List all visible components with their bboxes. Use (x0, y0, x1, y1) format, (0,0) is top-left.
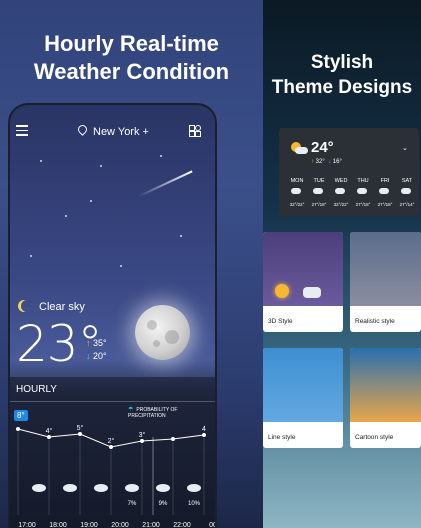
theme-card-realistic[interactable]: Realistic style (350, 232, 421, 332)
high-temp: 35° (93, 338, 107, 348)
phone-top-bar: New York + (10, 123, 215, 141)
hourly-precip-label: 10% (188, 501, 201, 507)
star (160, 155, 162, 157)
hourly-point (47, 435, 51, 439)
location-name: New York (93, 126, 140, 138)
theme-headline-line2: Theme Designs (271, 77, 413, 98)
shooting-star (137, 170, 193, 198)
star (40, 160, 42, 162)
hourly-time-label: 18:00 (49, 522, 67, 528)
hourly-point (171, 437, 175, 441)
add-location-icon[interactable]: + (143, 126, 149, 138)
promo-headline-line2: Weather Condition (33, 59, 230, 84)
star (120, 265, 122, 267)
hourly-point (16, 427, 20, 431)
cloud-icon (156, 484, 170, 492)
preview-day-range: 32°/22° (289, 202, 305, 207)
rain-cloud-icon (32, 484, 46, 492)
arrow-up-icon: ↑ (86, 338, 91, 348)
night-cloud-icon (187, 484, 201, 492)
night-rain-icon (125, 484, 139, 492)
rain-cloud-icon (313, 188, 323, 194)
hourly-precip-label: 9% (159, 501, 168, 507)
star (180, 235, 182, 237)
theme-cartoon-thumbnail (350, 348, 421, 422)
menu-icon[interactable] (16, 125, 28, 136)
partly-cloudy-icon (63, 484, 77, 492)
hourly-time-label: 20:00 (111, 522, 129, 528)
preview-hilo: ↑ 32° ↓ 16° (311, 159, 342, 165)
hourly-temp-label: 2° (108, 437, 115, 445)
right-promo-panel: Stylish Theme Designs 24° ↑ 32° ↓ 16° ⌄ … (263, 0, 421, 528)
theme-3d-label: 3D Style (268, 318, 293, 325)
hourly-temp-label: 3° (139, 431, 146, 439)
preview-day-range: 27°/18° (355, 202, 371, 207)
preview-day-label: TUE (313, 178, 325, 184)
preview-day-range: 27°/18° (377, 202, 393, 207)
condition-text: Clear sky (39, 301, 85, 313)
preview-day-range: 27°/14° (399, 202, 415, 207)
hourly-time-label: 21:00 (142, 522, 160, 528)
low-temp: 20° (93, 351, 107, 361)
moon-image (135, 305, 190, 360)
star (100, 165, 102, 167)
location-selector[interactable]: New York + (76, 123, 149, 138)
preview-day-range: 32°/22° (333, 202, 349, 207)
theme-realistic-thumbnail (350, 232, 421, 306)
theme-3d-thumbnail (263, 232, 343, 306)
theme-realistic-label: Realistic style (355, 318, 395, 325)
hourly-time-label: 00 (209, 522, 215, 528)
preview-high: 32° (315, 159, 325, 165)
rain-cloud-icon (401, 188, 411, 194)
partly-cloudy-icon (291, 188, 301, 194)
phone-mockup: New York + Clear sky 23° ↑ 35° ↓ 20° HOU… (8, 103, 217, 528)
high-low-temps: ↑ 35° ↓ 20° (86, 337, 107, 363)
hourly-temp-label: 4 (202, 426, 206, 433)
star (30, 255, 32, 257)
theme-card-line[interactable]: Line style (263, 348, 343, 448)
preview-low: 16° (332, 159, 342, 165)
expand-icon[interactable]: ⌄ (402, 144, 408, 152)
rain-cloud-icon (94, 484, 108, 492)
preview-day-range: 27°/18° (311, 202, 327, 207)
theme-card-cartoon[interactable]: Cartoon style (350, 348, 421, 448)
preview-day-label: MON (290, 178, 304, 184)
rain-cloud-icon (357, 188, 367, 194)
hourly-forecast-panel[interactable]: HOURLY ☂ PROBABILITY OF PRECIPITATION 8° … (10, 377, 215, 528)
crescent-moon-icon (21, 300, 33, 312)
partly-cloudy-icon (335, 188, 345, 194)
location-pin-icon (76, 123, 89, 136)
preview-day-label: THU (357, 178, 369, 184)
hourly-point (109, 445, 113, 449)
theme-card-3d[interactable]: 3D Style (263, 232, 343, 332)
hourly-title: HOURLY (16, 384, 57, 395)
hourly-point (202, 433, 206, 437)
current-condition: Clear sky (18, 300, 85, 313)
hourly-point (78, 432, 82, 436)
preview-day-label: SAT (401, 178, 413, 184)
theme-preview-card[interactable]: 24° ↑ 32° ↓ 16° ⌄ MON 32°/22° TUE 27°/18° WE… (279, 128, 419, 216)
hourly-temp-label: 4° (46, 427, 53, 435)
hourly-point (140, 439, 144, 443)
hourly-time-label: 19:00 (80, 522, 98, 528)
left-promo-panel: Hourly Real-time Weather Condition New Y… (0, 0, 263, 528)
star (90, 200, 92, 202)
theme-headline-line1: Stylish (310, 52, 374, 73)
promo-headline-line1: Hourly Real-time (44, 31, 219, 56)
hourly-time-label: 22:00 (173, 522, 191, 528)
preview-temperature: 24° (311, 139, 334, 156)
arrow-down-icon: ↓ (86, 351, 91, 361)
theme-line-thumbnail (263, 348, 343, 422)
star (65, 215, 67, 217)
hourly-chart: 17:00 4° 18:00 5° 19:00 2° 7% 20:00 3° 9% 21:00 10%… (16, 424, 215, 528)
preview-day-label: FRI (380, 178, 390, 184)
preview-day-label: WED (334, 178, 348, 184)
partly-cloudy-icon (379, 188, 389, 194)
hourly-temp-label: 5° (77, 424, 84, 432)
hourly-precip-label: 7% (128, 501, 137, 507)
theme-grid-icon[interactable] (189, 125, 201, 137)
theme-cartoon-label: Cartoon style (355, 434, 394, 441)
theme-line-label: Line style (268, 434, 296, 441)
hourly-time-label: 17:00 (18, 522, 36, 528)
